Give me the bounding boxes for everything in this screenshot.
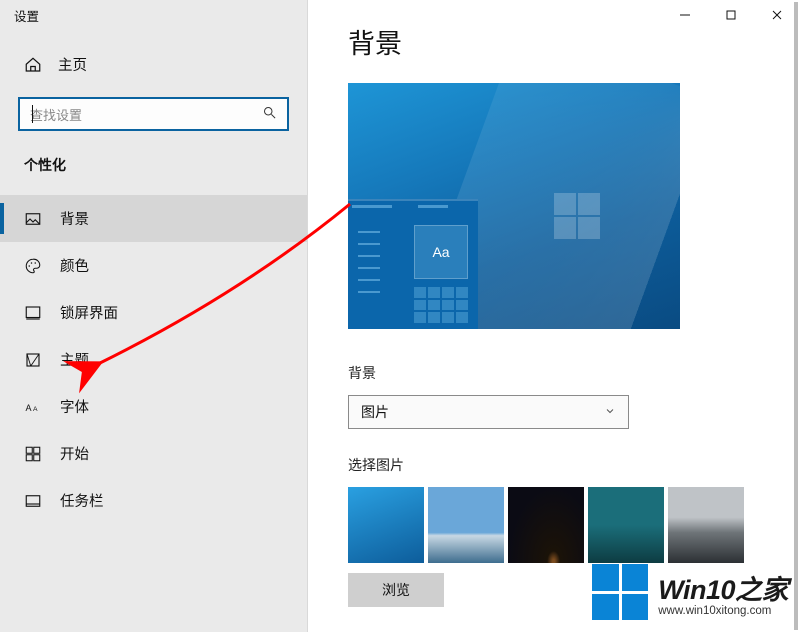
sidebar-item-fonts[interactable]: AA 字体	[0, 383, 307, 430]
picture-thumbnail[interactable]	[588, 487, 664, 563]
svg-text:A: A	[26, 402, 32, 412]
sidebar-item-label: 颜色	[60, 255, 89, 276]
font-icon: AA	[24, 398, 42, 416]
dropdown-value: 图片	[361, 402, 389, 422]
titlebar: 设置	[0, 0, 800, 30]
browse-button[interactable]: 浏览	[348, 573, 444, 607]
search-placeholder: 查找设置	[30, 105, 262, 124]
sidebar-item-label: 开始	[60, 443, 89, 464]
background-label: 背景	[348, 363, 760, 383]
sidebar-item-label: 锁屏界面	[60, 302, 118, 323]
vertical-scrollbar[interactable]	[794, 2, 798, 630]
close-button[interactable]	[754, 0, 800, 30]
taskbar-icon	[24, 492, 42, 510]
maximize-button[interactable]	[708, 0, 754, 30]
chevron-down-icon	[604, 404, 616, 420]
picture-thumbnail[interactable]	[348, 487, 424, 563]
home-icon	[24, 56, 42, 74]
theme-icon	[24, 351, 42, 369]
sidebar-item-taskbar[interactable]: 任务栏	[0, 477, 307, 524]
sidebar: 主页 查找设置 个性化 背景 颜色 锁屏界面	[0, 0, 308, 632]
choose-picture-label: 选择图片	[348, 455, 760, 475]
watermark: Win10之家 www.win10xitong.com	[592, 564, 788, 620]
picture-thumbnail[interactable]	[428, 487, 504, 563]
sidebar-item-themes[interactable]: 主题	[0, 336, 307, 383]
sidebar-item-colors[interactable]: 颜色	[0, 242, 307, 289]
browse-button-label: 浏览	[382, 580, 410, 600]
svg-text:A: A	[33, 405, 38, 412]
window-controls	[662, 0, 800, 30]
sidebar-item-label: 主题	[60, 349, 89, 370]
start-icon	[24, 445, 42, 463]
watermark-title: Win10之家	[658, 568, 788, 607]
watermark-url: www.win10xitong.com	[658, 605, 788, 617]
sidebar-item-label: 背景	[60, 208, 89, 229]
sidebar-item-label: 字体	[60, 396, 89, 417]
preview-sample-window: Aa	[348, 199, 478, 329]
sidebar-item-background[interactable]: 背景	[0, 195, 307, 242]
background-type-dropdown[interactable]: 图片	[348, 395, 629, 429]
sidebar-item-lockscreen[interactable]: 锁屏界面	[0, 289, 307, 336]
lock-screen-icon	[24, 304, 42, 322]
home-label: 主页	[58, 54, 87, 75]
main-content: 背景 Aa 背景 图片 选择图片	[308, 0, 800, 632]
home-nav[interactable]: 主页	[0, 44, 307, 85]
picture-icon	[24, 210, 42, 228]
palette-icon	[24, 257, 42, 275]
search-icon	[262, 105, 277, 123]
desktop-preview: Aa	[348, 83, 680, 329]
preview-sample-text: Aa	[414, 225, 468, 279]
picture-thumbnail[interactable]	[508, 487, 584, 563]
sidebar-item-start[interactable]: 开始	[0, 430, 307, 477]
picture-thumbnail[interactable]	[668, 487, 744, 563]
minimize-button[interactable]	[662, 0, 708, 30]
titlebar-title: 设置	[0, 6, 39, 25]
picture-thumbnails	[348, 487, 760, 563]
sidebar-item-label: 任务栏	[60, 490, 104, 511]
search-input[interactable]: 查找设置	[18, 97, 289, 131]
watermark-logo-icon	[592, 564, 648, 620]
section-label: 个性化	[0, 155, 307, 185]
